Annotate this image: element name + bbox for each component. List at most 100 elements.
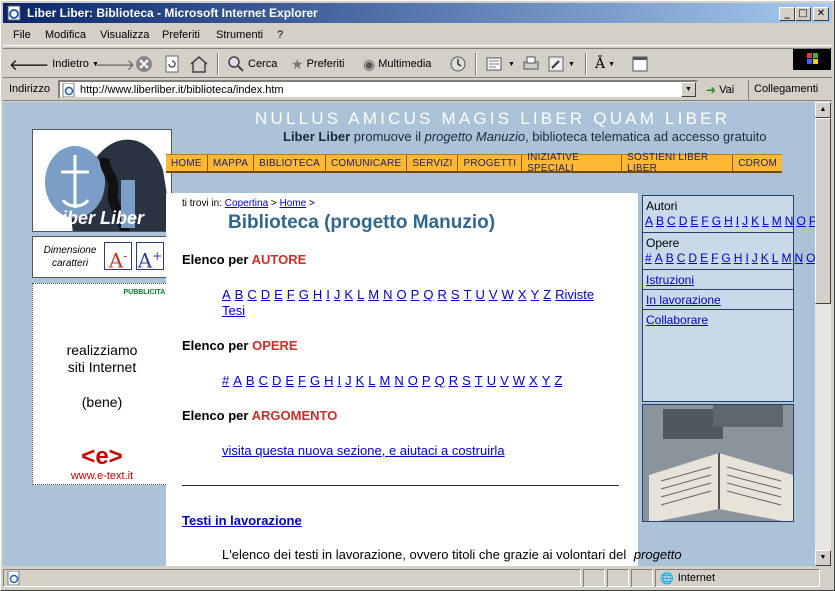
side-autori-link[interactable]: H [724,214,733,228]
go-button[interactable]: ➜ Vai [706,83,734,97]
menu-visualizza[interactable]: Visualizza [100,29,149,41]
argomento-link[interactable]: visita questa nuova sezione [222,443,382,458]
side-istruzioni-link[interactable]: Istruzioni [646,273,694,287]
favorites-button[interactable]: ★ Preferiti [291,53,344,75]
autore-letters-link[interactable]: P [411,287,420,302]
breadcrumb-copertina[interactable]: Copertina [225,198,268,209]
side-autori-link[interactable]: J [742,214,748,228]
side-opere-link[interactable]: L [772,251,779,265]
opere-letters-link[interactable]: F [298,373,306,388]
search-button[interactable]: Cerca [227,53,277,75]
side-opere-link[interactable]: F [711,251,718,265]
opere-letters-link[interactable]: H [324,373,333,388]
side-autori-link[interactable]: K [751,214,759,228]
autore-letters-link[interactable]: E [274,287,283,302]
side-autori-link[interactable]: B [656,214,664,228]
side-opere-link[interactable]: C [677,251,686,265]
side-autori-link[interactable]: N [785,214,794,228]
autore-letters-link[interactable]: N [383,287,392,302]
menu-strumenti[interactable]: Strumenti [216,29,263,41]
menu-preferiti[interactable]: Preferiti [162,29,200,41]
side-opere-link[interactable]: B [666,251,674,265]
nav-cdrom[interactable]: CDROM [733,155,782,171]
side-opere-link[interactable]: M [781,251,791,265]
autore-letters-link[interactable]: Q [423,287,433,302]
nav-servizi[interactable]: SERVIZI [407,155,459,171]
opere-letters-link[interactable]: P [422,373,431,388]
nav-home[interactable]: HOME [166,155,208,171]
home-button[interactable] [189,53,209,75]
font-increase-button[interactable]: A+ [136,242,164,273]
autore-letters-link[interactable]: X [518,287,527,302]
opere-letters-link[interactable]: V [500,373,509,388]
autore-letters-link[interactable]: S [451,287,460,302]
opere-letters-link[interactable]: G [310,373,320,388]
side-autori-link[interactable]: M [772,214,782,228]
opere-letters-link[interactable]: N [394,373,403,388]
autore-letters-link[interactable]: A [222,287,231,302]
autore-letters-link[interactable]: Y [530,287,539,302]
autore-letters-link[interactable]: C [247,287,256,302]
autore-letters-link[interactable]: H [313,287,322,302]
opere-letters-link[interactable]: Z [554,373,562,388]
address-input[interactable]: http://www.liberliber.it/biblioteca/inde… [58,80,698,99]
side-opere-link[interactable]: # [645,251,652,265]
side-opere-link[interactable]: E [700,251,708,265]
side-autori-link[interactable]: A [645,214,653,228]
vertical-scrollbar[interactable]: ▲ ▼ [815,102,831,566]
scroll-down-button[interactable]: ▼ [815,550,831,566]
encoding-button[interactable]: Ā ▼ [595,53,615,75]
side-autori-link[interactable]: E [690,214,698,228]
autore-letters-link[interactable]: K [344,287,353,302]
side-autori-link[interactable]: F [701,214,708,228]
nav-biblioteca[interactable]: BIBLIOTECA [254,155,326,171]
autore-letters-link[interactable]: B [235,287,244,302]
side-opere-link[interactable]: K [761,251,769,265]
opere-letters-link[interactable]: C [259,373,268,388]
history-button[interactable] [449,53,467,75]
autore-letters-link[interactable]: Z [543,287,551,302]
opere-letters-link[interactable]: E [285,373,294,388]
nav-progetti[interactable]: PROGETTI [458,155,523,171]
autore-letters-link[interactable]: W [502,287,514,302]
nav-iniziative[interactable]: INIZIATIVE SPECIALI [522,152,623,174]
side-opere-link[interactable]: A [655,251,663,265]
autore-letters-link[interactable]: T [464,287,472,302]
opere-letters-link[interactable]: T [475,373,483,388]
autore-letters-link[interactable]: R [437,287,446,302]
opere-letters-link[interactable]: O [408,373,418,388]
side-autori-link[interactable]: G [712,214,721,228]
edit-button[interactable]: ▼ [547,53,575,75]
advertisement[interactable]: PUBBLICITA' realizziamo siti Internet (b… [32,283,172,485]
nav-mappa[interactable]: MAPPA [208,155,255,171]
autore-letters-link[interactable]: G [299,287,309,302]
nav-comunicare[interactable]: COMUNICARE [326,155,408,171]
opere-letters-link[interactable]: # [222,373,229,388]
side-autori-link[interactable]: I [736,214,739,228]
autore-letters-link[interactable]: V [489,287,498,302]
autore-letters-link[interactable]: D [261,287,270,302]
media-button[interactable]: ◉ Multimedia [363,53,431,75]
opere-letters-link[interactable]: K [356,373,365,388]
side-lavorazione-link[interactable]: In lavorazione [646,293,721,307]
opere-letters-link[interactable]: D [272,373,281,388]
scroll-up-button[interactable]: ▲ [815,102,831,118]
opere-letters-link[interactable]: S [462,373,471,388]
autore-letters-link[interactable]: Riviste [555,287,594,302]
opere-letters-link[interactable]: J [345,373,352,388]
side-collaborare-link[interactable]: Collaborare [646,313,708,327]
address-dropdown[interactable]: ▼ [681,82,696,97]
breadcrumb-home[interactable]: Home [280,198,307,209]
opere-letters-link[interactable]: Y [542,373,551,388]
side-opere-link[interactable]: N [794,251,803,265]
side-opere-link[interactable]: D [688,251,697,265]
font-decrease-button[interactable]: A- [104,242,132,273]
opere-letters-link[interactable]: W [513,373,525,388]
liber-liber-logo[interactable]: Liber Liber [32,129,172,232]
refresh-button[interactable] [163,53,181,75]
scroll-thumb[interactable] [815,118,831,304]
menu-file[interactable]: File [13,29,31,41]
nav-sostieni[interactable]: SOSTIENI LIBER LIBER [622,152,734,174]
close-button[interactable]: ✕ [813,7,829,21]
side-opere-link[interactable]: I [745,251,748,265]
